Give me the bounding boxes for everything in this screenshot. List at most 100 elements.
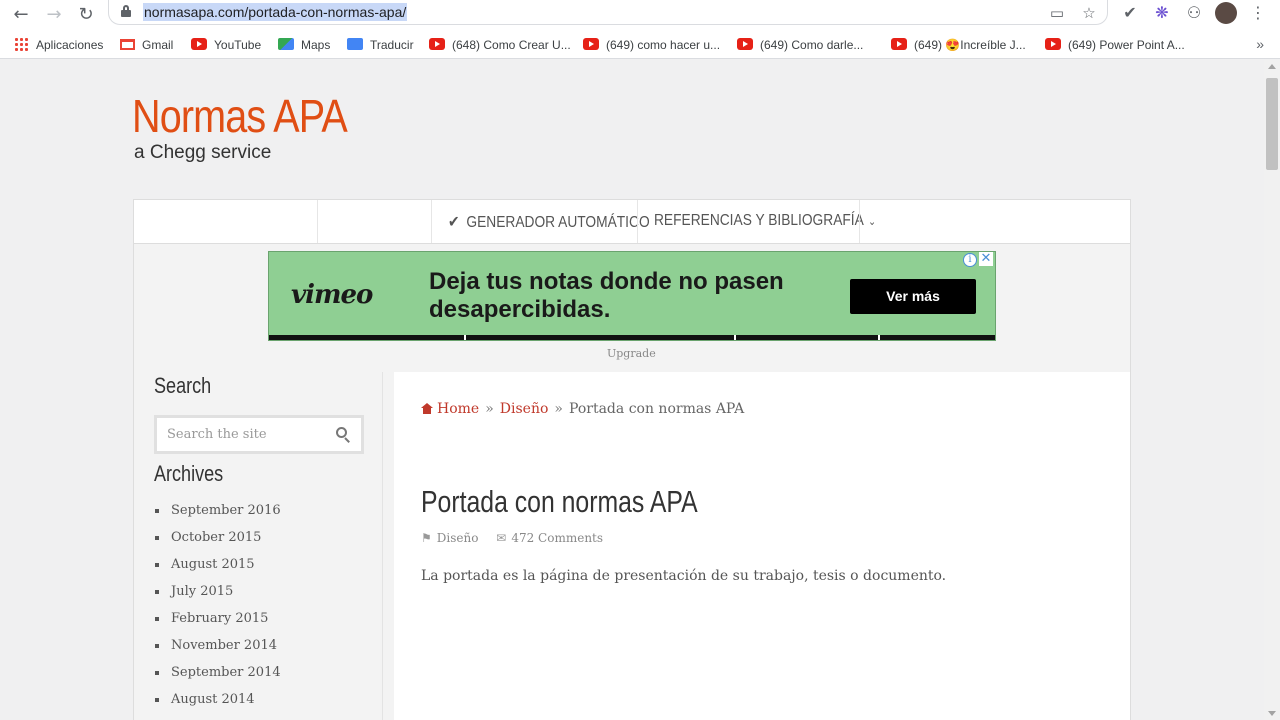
breadcrumb-current: Portada con normas APA [568,401,745,417]
main-content: Home » Diseño » Portada con normas APA Porta… [394,372,1130,720]
bookmark-video-5[interactable]: (649) Power Point A... [1045,36,1185,54]
bookmark-label: (649) 😍Increíble J... [914,38,1026,52]
youtube-icon [891,38,907,50]
bookmark-label: Gmail [142,38,174,52]
breadcrumb-category-link[interactable]: Diseño [500,401,549,417]
apps-grid-icon [14,37,28,51]
bookmark-gmail[interactable]: Gmail [120,36,173,54]
breadcrumb-home-label: Home [437,401,480,417]
nav-divider [637,200,638,243]
ad-close-icon[interactable]: ✕ [979,252,993,266]
maps-icon [278,38,294,50]
vimeo-logo: vimeo [291,280,373,310]
web-page: Normas APA a Chegg service ✔ GENERADOR AU… [0,60,1264,720]
cast-icon[interactable]: ▭ [1047,3,1067,23]
upgrade-link[interactable]: Upgrade [607,347,656,360]
bookmark-label: (649) Como darle... [760,38,864,52]
breadcrumb-separator: » [554,401,563,417]
ad-bar-tick [734,335,736,340]
archive-link[interactable]: August 2014 [154,690,281,717]
ad-cta-button[interactable]: Ver más [850,279,976,314]
nav-divider [431,200,432,243]
archive-link[interactable]: July 2015 [154,582,281,609]
bookmark-youtube[interactable]: YouTube [191,36,261,54]
post-category-link[interactable]: Diseño [437,531,479,545]
address-bar[interactable]: normasapa.com/portada-con-normas-apa/ ▭ … [108,0,1108,25]
gmail-icon [120,39,135,50]
post-title: Portada con normas APA [421,484,698,519]
chevron-down-icon: ⌄ [868,216,877,228]
bookmark-video-2[interactable]: (649) como hacer u... [583,36,720,54]
archive-link[interactable]: February 2015 [154,609,281,636]
forward-icon[interactable]: → [42,3,66,27]
archives-widget-title: Archives [154,461,224,486]
scroll-down-icon[interactable] [1268,711,1276,716]
bookmark-video-1[interactable]: (648) Como Crear U... [429,36,571,54]
url-text[interactable]: normasapa.com/portada-con-normas-apa/ [143,3,408,21]
page-scrollbar[interactable] [1264,60,1280,720]
extension-asterisk-icon[interactable]: ❋ [1151,2,1173,24]
comments-icon: ✉ [496,531,507,545]
search-icon[interactable] [336,427,351,443]
bookmark-maps[interactable]: Maps [278,36,330,54]
breadcrumb-home-link[interactable]: Home [421,401,479,417]
breadcrumb: Home » Diseño » Portada con normas APA [421,401,744,417]
reload-icon[interactable]: ↻ [74,3,98,27]
bookmark-label: (649) Power Point A... [1068,38,1185,52]
main-navigation: ✔ GENERADOR AUTOMÁTICO REFERENCIAS Y BIBL… [133,199,1131,244]
breadcrumb-separator: » [485,401,494,417]
search-widget-title: Search [154,373,212,398]
youtube-icon [1045,38,1061,50]
check-icon: ✔ [448,214,460,231]
post-body-text: La portada es la página de presentación … [421,568,947,584]
bookmark-apps[interactable]: Aplicaciones [14,36,103,54]
nav-references-label: REFERENCIAS Y BIBLIOGRAFÍA [654,212,864,229]
youtube-icon [737,38,753,50]
scroll-up-icon[interactable] [1268,64,1276,69]
ad-bar-tick [464,335,466,340]
ad-bar-tick [878,335,880,340]
archives-list: September 2016 October 2015 August 2015 … [154,501,281,717]
nav-generator-link[interactable]: ✔ GENERADOR AUTOMÁTICO [448,212,650,232]
tags-icon: ⚑ [421,531,432,545]
bookmark-label: Aplicaciones [36,38,104,52]
nav-divider [859,200,860,243]
bookmark-star-icon[interactable]: ☆ [1079,3,1099,23]
bookmark-traducir[interactable]: Traducir [347,36,414,54]
site-logo-title[interactable]: Normas APA [132,88,348,144]
menu-kebab-icon[interactable]: ⋮ [1247,2,1269,24]
archive-link[interactable]: September 2014 [154,663,281,690]
bookmarks-bar: Aplicaciones Gmail YouTube Maps Traducir… [0,31,1280,59]
bookmark-label: Traducir [370,38,414,52]
advertisement-banner[interactable]: vimeo Deja tus notas donde no pasen desa… [268,251,996,341]
nav-generator-label: GENERADOR AUTOMÁTICO [466,214,650,231]
search-input[interactable] [157,418,327,451]
bookmark-label: YouTube [214,38,262,52]
bookmark-video-3[interactable]: (649) Como darle... [737,36,863,54]
ad-info-icon[interactable]: i [963,253,977,267]
archive-link[interactable]: October 2015 [154,528,281,555]
ad-progress-bar [269,335,995,340]
bookmark-label: (648) Como Crear U... [452,38,571,52]
translate-icon [347,38,363,50]
site-logo-subtitle[interactable]: a Chegg service [134,142,271,164]
archive-link[interactable]: November 2014 [154,636,281,663]
bookmark-video-4[interactable]: (649) 😍Increíble J... [891,36,1026,54]
archive-link[interactable]: August 2015 [154,555,281,582]
back-icon[interactable]: ← [9,3,33,27]
sidebar-divider [382,372,383,720]
profile-avatar[interactable] [1215,2,1237,24]
browser-toolbar: ← → ↻ normasapa.com/portada-con-normas-a… [0,0,1280,31]
nav-references-link[interactable]: REFERENCIAS Y BIBLIOGRAFÍA ⌄ [654,212,876,230]
youtube-icon [429,38,445,50]
extensions-puzzle-icon[interactable]: ⚇ [1183,2,1205,24]
scroll-thumb[interactable] [1266,78,1278,170]
lock-icon[interactable] [121,5,131,17]
ad-headline: Deja tus notas donde no pasen desapercib… [429,268,784,323]
search-form [154,415,364,454]
bookmark-label: (649) como hacer u... [606,38,721,52]
more-bookmarks-icon[interactable]: » [1256,36,1264,52]
extension-check-icon[interactable]: ✔ [1119,2,1141,24]
archive-link[interactable]: September 2016 [154,501,281,528]
post-comments-link[interactable]: 472 Comments [511,531,603,545]
